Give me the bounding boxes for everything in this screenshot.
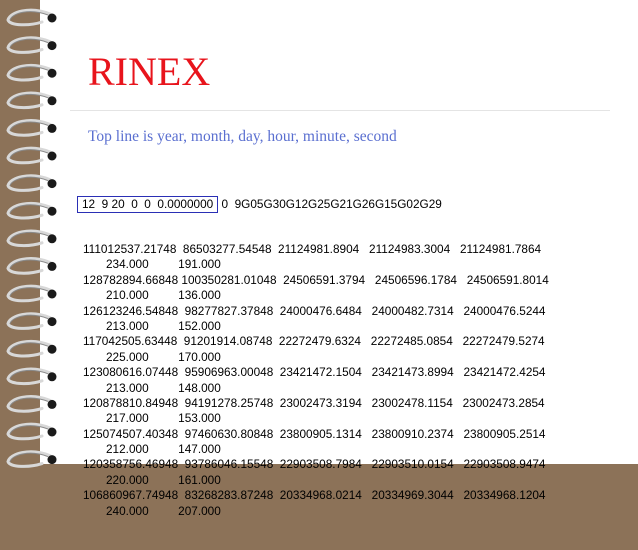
epoch-highlight-box: 12 9 20 0 0 0.0000000 [77,195,219,213]
observation-line: 125074507.40348 97460630.80848 23800905.… [83,426,546,441]
observation-line: 106860967.74948 83268283.87248 20334968.… [83,488,546,503]
observation-line: 120878810.84948 94191278.25748 23002473.… [83,395,545,410]
punch-hole [47,96,57,106]
spiral-ring [6,8,52,27]
spiral-ring [6,339,52,358]
spiral-ring [6,229,52,248]
punch-hole [47,344,57,354]
spiral-ring [6,63,52,82]
spiral-ring [6,146,52,165]
title-divider [70,110,610,111]
spiral-ring [6,450,52,468]
spiral-ring [6,119,52,137]
observation-snr-line: 225.000 170.000 [106,349,221,364]
spiral-ring [6,395,52,413]
spiral-ring [6,422,52,441]
observation-snr-line: 240.000 207.000 [106,503,221,518]
spiral-ring [6,174,52,192]
observation-snr-line: 212.000 147.000 [106,442,221,457]
punch-hole [47,41,57,51]
spiral-ring [6,36,52,54]
punch-hole [47,399,57,409]
observation-line: 126123246.54848 98277827.37848 24000476.… [83,303,546,318]
observation-snr-line: 220.000 161.000 [106,472,221,487]
slide-title: RINEX [88,49,211,94]
punch-hole [47,179,57,189]
observation-line: 111012537.21748 86503277.54548 21124981.… [83,242,542,257]
punch-hole [47,206,57,216]
punch-hole [47,289,57,299]
punch-hole [47,261,57,271]
punch-hole [47,151,57,161]
punch-hole [47,123,57,133]
punch-hole [47,68,57,78]
observation-line: 123080616.07448 95906963.00048 23421472.… [83,365,546,380]
observation-line: 128782894.66848 100350281.01048 24506591… [83,272,549,287]
observation-snr-line: 213.000 148.000 [106,380,221,395]
observation-snr-line: 213.000 152.000 [106,318,221,333]
observation-line: 117042505.63448 91201914.08748 22272479.… [83,334,545,349]
punch-hole [47,455,57,465]
observation-lines: 111012537.21748 86503277.54548 21124981.… [83,242,633,519]
slide-subtitle: Top line is year, month, day, hour, minu… [88,128,397,145]
observation-snr-line: 234.000 191.000 [106,257,221,272]
spiral-binding [6,8,57,468]
punch-hole [47,13,57,23]
punch-hole [47,317,57,327]
spiral-ring [6,91,52,110]
observation-line: 120358756.46948 93786046.15548 22903508.… [83,457,546,472]
punch-hole [47,234,57,244]
slide-page: RINEX Top line is year, month, day, hour… [40,0,638,518]
punch-hole [47,427,57,437]
punch-hole [47,372,57,382]
spiral-ring [6,257,52,275]
observation-snr-line: 217.000 153.000 [106,411,221,426]
spiral-ring [6,284,52,303]
satellite-list: 0 9G05G30G12G25G21G26G15G02G29 [218,196,442,211]
spiral-ring [6,312,52,330]
rinex-data-block: 12 9 20 0 0 0.0000000 0 9G05G30G12G25G21… [77,165,633,550]
rinex-header-line: 12 9 20 0 0 0.0000000 0 9G05G30G12G25G21… [77,195,633,213]
observation-snr-line: 210.000 136.000 [106,288,221,303]
spiral-ring [6,367,52,386]
spiral-ring [6,201,52,220]
